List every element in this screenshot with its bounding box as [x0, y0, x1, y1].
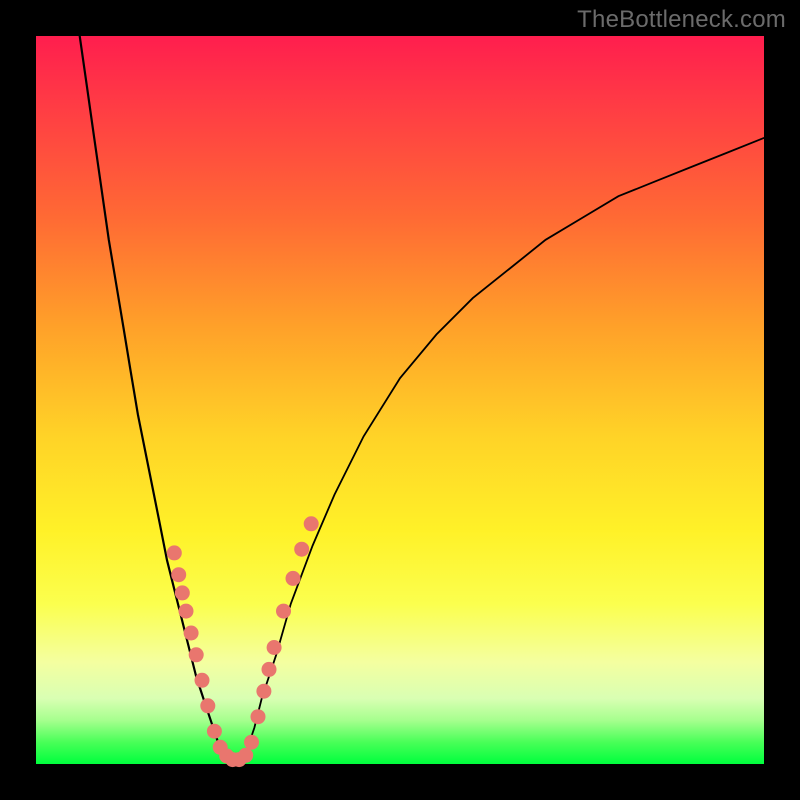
left-curve: [80, 36, 233, 764]
data-point: [276, 604, 291, 619]
data-point: [304, 516, 319, 531]
data-point: [200, 698, 215, 713]
chart-frame: TheBottleneck.com: [0, 0, 800, 800]
data-point: [262, 662, 277, 677]
data-point: [251, 709, 266, 724]
watermark-text: TheBottleneck.com: [577, 6, 786, 34]
data-points: [167, 516, 319, 767]
data-point: [167, 545, 182, 560]
right-curve: [240, 138, 764, 764]
data-point: [207, 724, 222, 739]
plot-area: [36, 36, 764, 764]
data-point: [175, 585, 190, 600]
data-point: [294, 542, 309, 557]
data-point: [244, 735, 259, 750]
data-point: [267, 640, 282, 655]
data-point: [184, 626, 199, 641]
data-point: [238, 748, 253, 763]
data-point: [171, 567, 186, 582]
data-point: [286, 571, 301, 586]
data-point: [256, 684, 271, 699]
chart-svg: [36, 36, 764, 764]
data-point: [189, 647, 204, 662]
data-point: [179, 604, 194, 619]
data-point: [195, 673, 210, 688]
